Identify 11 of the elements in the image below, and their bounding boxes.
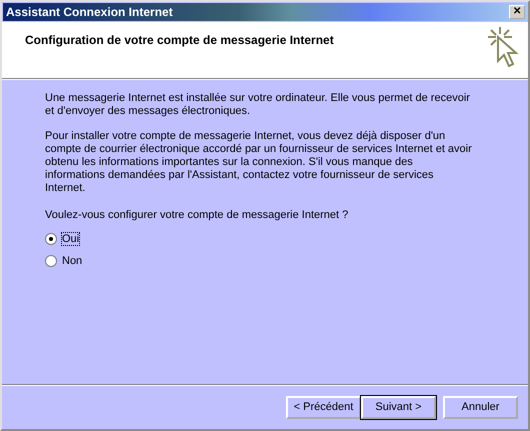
wizard-button[interactable]: Annuler	[443, 396, 518, 418]
radio-option[interactable]: Non	[45, 255, 82, 267]
window-title: Assistant Connexion Internet	[6, 5, 173, 19]
close-button[interactable]: ✕	[509, 5, 525, 19]
radio-option[interactable]: Oui	[45, 233, 80, 245]
wizard-button[interactable]: < Précédent	[286, 396, 361, 418]
question-text: Voulez-vous configurer votre compte de messagerie Internet ?	[45, 209, 350, 221]
page-title: Configuration de votre compte de messagerie Internet	[25, 33, 334, 49]
description-text: Une messagerie Internet est installée sur votre ordinateur. Elle vous permet de recevoir et d'envoyer des messages électroniques.	[45, 92, 471, 118]
wizard-button[interactable]: Suivant >	[361, 396, 436, 418]
description-text: Pour installer votre compte de messagerie Internet, vous devez déjà disposer d'un compte de courrier électronique accordé par un fournisseur de services Internet et avoir obtenu les informations importantes sur la connexion. S'il vous manque des informations demandées par l'Assistant, contactez votre fournisseur de services Internet.	[45, 130, 473, 195]
